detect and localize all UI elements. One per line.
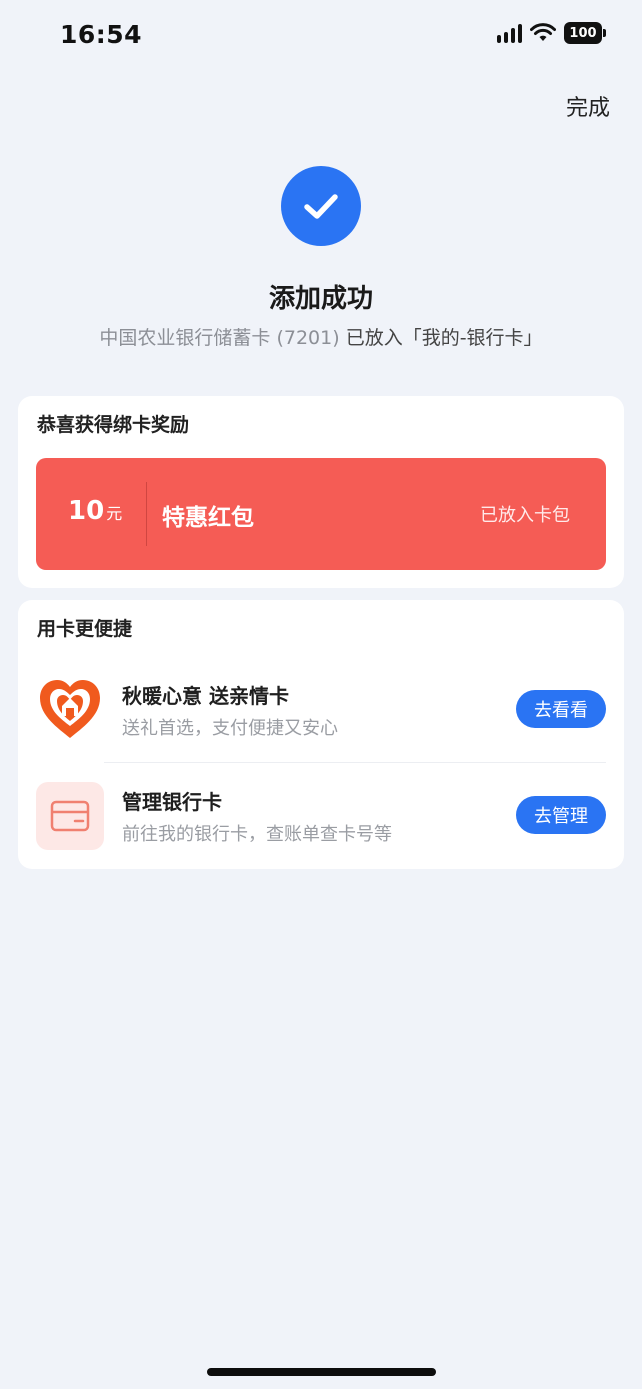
- placed-location-text: 已放入「我的-银行卡」: [345, 327, 543, 349]
- status-icons: 100: [497, 22, 606, 44]
- bank-card-icon: [36, 782, 104, 850]
- go-see-button[interactable]: 去看看: [516, 690, 606, 728]
- list-item-family-card[interactable]: 秋暖心意 送亲情卡 送礼首选，支付便捷又安心 去看看: [36, 672, 606, 762]
- battery-icon: 100: [564, 22, 606, 44]
- status-bar: 16:54 100: [0, 0, 642, 72]
- bank-card-description: 中国农业银行储蓄卡 (7201): [99, 327, 340, 349]
- packet-name: 特惠红包: [162, 505, 254, 531]
- manage-button[interactable]: 去管理: [516, 796, 606, 834]
- list-item-manage-card[interactable]: 管理银行卡 前往我的银行卡，查账单查卡号等 去管理: [36, 778, 606, 868]
- item-name: 秋暖心意 送亲情卡: [122, 684, 289, 708]
- wifi-icon: [530, 23, 556, 41]
- reward-section-title: 恭喜获得绑卡奖励: [37, 414, 190, 436]
- item-separator: [104, 762, 606, 763]
- packet-amount-value: 10: [68, 496, 105, 526]
- heart-gift-icon: [36, 676, 104, 744]
- signal-icon: [497, 23, 522, 43]
- packet-amount: 10 元: [68, 496, 122, 526]
- done-button[interactable]: 完成: [566, 90, 610, 122]
- battery-level: 100: [569, 25, 597, 41]
- status-time: 16:54: [60, 20, 143, 49]
- item-desc: 送礼首选，支付便捷又安心: [122, 718, 338, 739]
- check-icon: [281, 166, 361, 246]
- home-indicator[interactable]: [207, 1368, 436, 1376]
- packet-status: 已放入卡包: [480, 505, 570, 526]
- item-name: 管理银行卡: [122, 790, 222, 814]
- convenience-section-title: 用卡更便捷: [37, 618, 133, 640]
- red-packet-coupon[interactable]: 10 元 特惠红包 已放入卡包: [36, 458, 606, 570]
- item-desc: 前往我的银行卡，查账单查卡号等: [122, 824, 392, 845]
- success-subtitle: 中国农业银行储蓄卡 (7201) 已放入「我的-银行卡」: [0, 323, 642, 350]
- success-title: 添加成功: [268, 284, 373, 314]
- convenience-card: 用卡更便捷 秋暖心意 送亲情卡 送礼首选，支付便捷又安心 去看看 管理银行卡 前…: [18, 600, 624, 869]
- packet-divider: [146, 482, 147, 546]
- reward-card: 恭喜获得绑卡奖励 10 元 特惠红包 已放入卡包: [18, 396, 624, 588]
- packet-amount-unit: 元: [106, 504, 123, 523]
